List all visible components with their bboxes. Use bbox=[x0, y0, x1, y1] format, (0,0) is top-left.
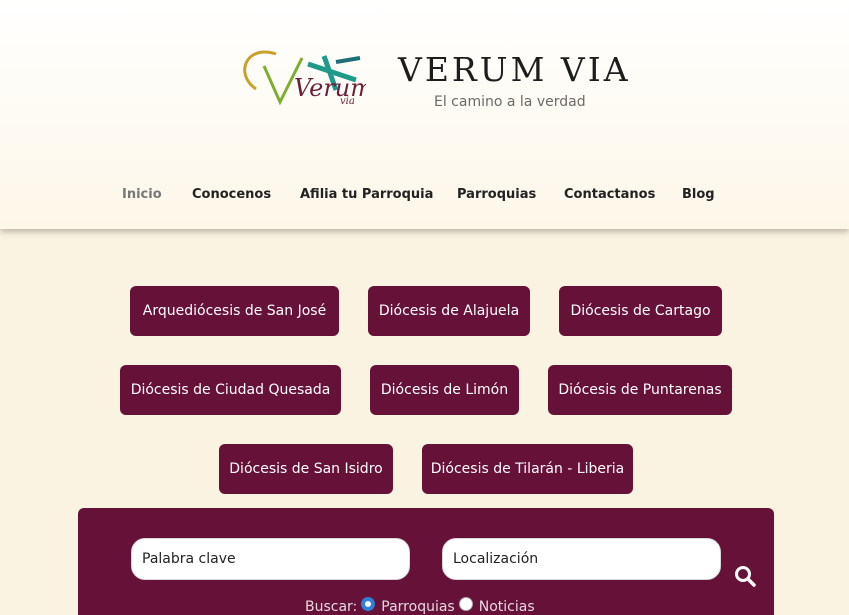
logo-subtext: via bbox=[340, 96, 355, 107]
main-nav: Inicio Conocenos Afilia tu Parroquia Par… bbox=[0, 187, 849, 207]
keyword-input[interactable] bbox=[131, 538, 410, 580]
search-scope: Buscar: Parroquias Noticias bbox=[305, 597, 535, 615]
diocese-button-ciudad-quesada[interactable]: Diócesis de Ciudad Quesada bbox=[120, 365, 341, 415]
diocese-button-san-isidro[interactable]: Diócesis de San Isidro bbox=[219, 444, 393, 494]
radio-noticias-label: Noticias bbox=[478, 599, 535, 615]
search-icon[interactable] bbox=[733, 564, 757, 588]
nav-item-parroquias[interactable]: Parroquias bbox=[457, 187, 536, 202]
radio-parroquias[interactable] bbox=[361, 597, 376, 611]
nav-item-conocenos[interactable]: Conocenos bbox=[192, 187, 271, 202]
site-header: Verum via VERUM VIA El camino a la verda… bbox=[0, 0, 849, 229]
diocese-button-tilaran-liberia[interactable]: Diócesis de Tilarán - Liberia bbox=[422, 444, 633, 494]
radio-parroquias-label: Parroquias bbox=[381, 599, 455, 615]
nav-item-blog[interactable]: Blog bbox=[682, 187, 715, 202]
diocese-button-san-jose[interactable]: Arquediócesis de San José bbox=[130, 286, 339, 336]
radio-noticias[interactable] bbox=[458, 597, 473, 611]
nav-item-inicio[interactable]: Inicio bbox=[122, 187, 162, 202]
nav-item-afilia-tu-parroquia[interactable]: Afilia tu Parroquia bbox=[300, 187, 433, 202]
logo-text: Verum bbox=[294, 74, 366, 102]
site-tagline: El camino a la verdad bbox=[434, 94, 586, 110]
search-scope-label: Buscar: bbox=[305, 599, 358, 615]
diocese-button-cartago[interactable]: Diócesis de Cartago bbox=[559, 286, 722, 336]
nav-item-contactanos[interactable]: Contactanos bbox=[564, 187, 655, 202]
location-input[interactable] bbox=[442, 538, 721, 580]
search-panel: Buscar: Parroquias Noticias bbox=[78, 508, 774, 615]
verum-via-logo[interactable]: Verum via bbox=[236, 44, 366, 108]
site-title: VERUM VIA bbox=[398, 50, 631, 89]
diocese-button-limon[interactable]: Diócesis de Limón bbox=[370, 365, 519, 415]
diocese-button-puntarenas[interactable]: Diócesis de Puntarenas bbox=[548, 365, 732, 415]
diocese-button-alajuela[interactable]: Diócesis de Alajuela bbox=[368, 286, 530, 336]
